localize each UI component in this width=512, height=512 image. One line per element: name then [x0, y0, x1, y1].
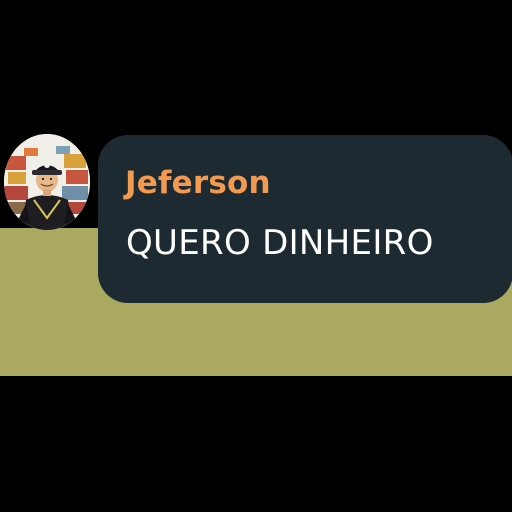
- sender-name: Jeferson: [125, 165, 271, 201]
- chat-message-bubble[interactable]: Jeferson QUERO DINHEIRO: [98, 135, 512, 303]
- message-text: QUERO DINHEIRO: [126, 223, 434, 263]
- user-avatar-icon[interactable]: [4, 134, 90, 230]
